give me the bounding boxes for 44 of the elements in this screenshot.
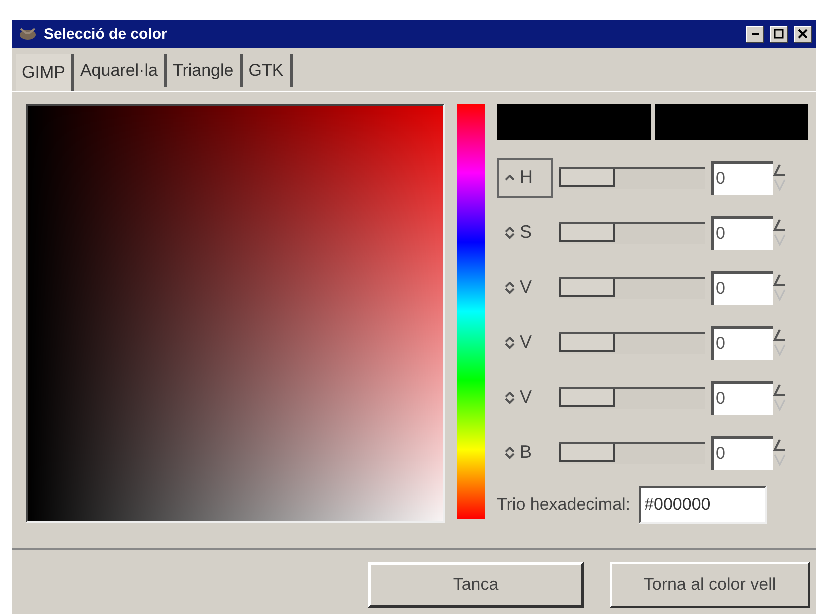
value-field[interactable]: 0 [711,160,773,194]
slider-thumb[interactable] [559,278,615,296]
revert-button[interactable]: Torna al color vell [610,562,810,608]
color-field[interactable] [26,104,445,523]
close-dialog-button[interactable]: Tanca [368,562,584,608]
slider-track[interactable] [559,386,705,408]
channel-toggle[interactable]: B [497,432,553,472]
slider-track[interactable] [559,332,705,354]
channel-toggle[interactable]: H [497,158,553,198]
channel-toggle[interactable]: S [497,212,553,252]
channel-toggle[interactable]: V [497,378,553,418]
slider-thumb[interactable] [559,444,615,462]
window-title: Selecció de color [44,26,168,42]
tab[interactable]: GIMP [16,54,74,91]
minimize-icon [752,33,758,35]
value-field[interactable]: 0 [711,326,773,360]
up-down-arrows-icon [505,226,515,238]
hue-strip[interactable] [457,104,485,519]
maximize-button[interactable] [770,26,788,42]
value-field[interactable]: 0 [711,270,773,304]
channel-toggle[interactable]: V [497,322,553,362]
up-down-arrows-icon [505,336,515,348]
slider-thumb[interactable] [559,334,615,352]
slider-track[interactable] [559,166,705,188]
close-icon [798,29,808,39]
slider-thumb[interactable] [559,388,615,406]
slider-track[interactable] [559,276,705,298]
maximize-icon [774,29,784,39]
value-field[interactable]: 0 [711,216,773,250]
slider-thumb[interactable] [559,224,615,242]
app-icon [18,27,38,41]
value-field[interactable]: 0 [711,436,773,470]
up-down-arrows-icon [505,446,515,458]
hex-label: Trio hexadecimal: [497,495,631,515]
channel-toggle[interactable]: V [497,268,553,308]
close-button[interactable] [794,26,812,42]
slider-thumb[interactable] [559,168,615,186]
slider-track[interactable] [559,442,705,464]
slider-track[interactable] [559,222,705,244]
hex-field[interactable]: #000000 [638,486,767,524]
minimize-button[interactable] [746,26,764,42]
value-field[interactable]: 0 [711,380,773,414]
up-down-arrows-icon [505,392,515,404]
up-down-arrows-icon [505,282,515,294]
